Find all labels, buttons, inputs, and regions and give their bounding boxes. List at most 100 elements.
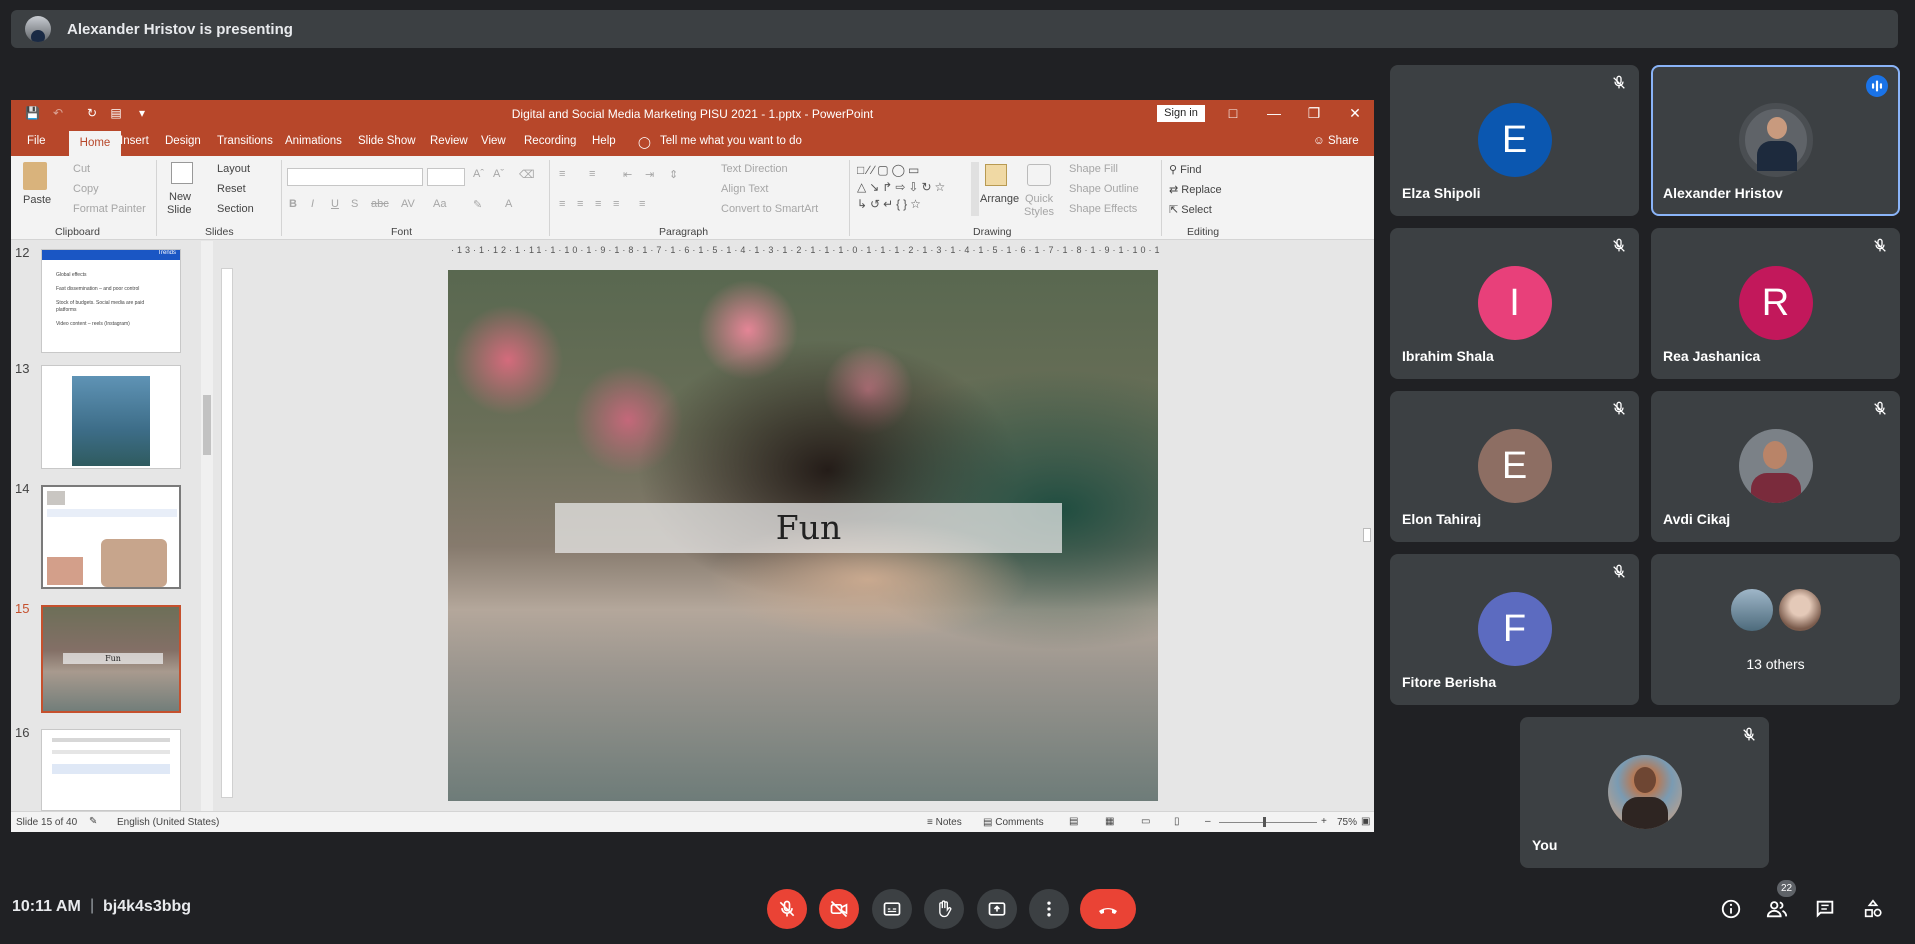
tab-design[interactable]: Design [165, 135, 201, 147]
change-case-icon[interactable]: Aa [433, 198, 446, 210]
thumbs-scrollbar[interactable] [201, 241, 213, 811]
leave-call-button[interactable] [1080, 889, 1136, 929]
slide-thumbnail-selected[interactable]: Fun [41, 605, 181, 713]
highlight-icon[interactable]: ✎ [473, 198, 482, 211]
participant-tile[interactable]: F Fitore Berisha [1390, 554, 1639, 705]
normal-view-icon[interactable]: ▤ [1069, 816, 1078, 827]
shapes-gallery[interactable]: □∕∕▢◯▭ △↘↱⇨⇩↻☆ ↳↺↵{​}☆ [857, 162, 969, 216]
current-slide[interactable]: Fun [448, 270, 1158, 801]
format-painter-button[interactable]: Format Painter [73, 203, 146, 215]
align-left-icon[interactable]: ≡ [559, 198, 565, 210]
font-size-select[interactable] [427, 168, 465, 186]
zoom-out-icon[interactable]: – [1205, 816, 1211, 827]
spellcheck-icon[interactable]: ✎ [89, 816, 97, 827]
notes-button[interactable]: ≡ Notes [927, 817, 962, 828]
close-icon[interactable]: ✕ [1345, 104, 1365, 122]
tell-me-search[interactable]: Tell me what you want to do [660, 135, 802, 147]
tab-file[interactable]: File [27, 135, 46, 147]
tab-animations[interactable]: Animations [285, 135, 342, 147]
camera-toggle-button[interactable] [819, 889, 859, 929]
align-right-icon[interactable]: ≡ [595, 198, 601, 210]
tab-help[interactable]: Help [592, 135, 616, 147]
raise-hand-button[interactable] [924, 889, 964, 929]
slide-thumbnail[interactable] [41, 729, 181, 811]
find-button[interactable]: ⚲ Find [1169, 163, 1202, 176]
others-tile[interactable]: 13 others [1651, 554, 1900, 705]
italic-icon[interactable]: I [311, 198, 314, 210]
underline-icon[interactable]: U [331, 198, 339, 210]
slide-sorter-icon[interactable]: ▦ [1105, 816, 1114, 827]
tab-recording[interactable]: Recording [524, 135, 576, 147]
shadow-icon[interactable]: S [351, 198, 358, 210]
zoom-slider-handle[interactable] [1263, 817, 1266, 827]
decrease-font-icon[interactable]: Aˇ [493, 168, 504, 180]
meeting-details-button[interactable] [1718, 896, 1744, 922]
slideshow-view-icon[interactable]: ▯ [1174, 816, 1180, 827]
participant-tile[interactable]: R Rea Jashanica [1651, 228, 1900, 379]
increase-font-icon[interactable]: Aˆ [473, 168, 484, 180]
reading-view-icon[interactable]: ▭ [1141, 816, 1150, 827]
line-spacing-icon[interactable]: ⇕ [669, 168, 678, 181]
justify-icon[interactable]: ≡ [613, 198, 619, 210]
columns-icon[interactable]: ≡ [639, 198, 645, 210]
chat-button[interactable] [1812, 896, 1838, 922]
quick-styles-label[interactable]: Quick [1025, 193, 1053, 205]
increase-indent-icon[interactable]: ⇥ [645, 168, 654, 181]
char-spacing-icon[interactable]: AV [401, 198, 415, 210]
tab-insert[interactable]: Insert [120, 135, 149, 147]
mic-toggle-button[interactable] [767, 889, 807, 929]
slide-thumbnail[interactable]: Trends Global effects Fast dissemination… [41, 249, 181, 353]
meeting-code[interactable]: bj4k4s3bbg [103, 898, 191, 916]
select-button[interactable]: ⇱ Select [1169, 203, 1212, 216]
participant-tile[interactable]: E Elza Shipoli [1390, 65, 1639, 216]
captions-button[interactable] [872, 889, 912, 929]
replace-button[interactable]: ⇄ Replace [1169, 183, 1222, 196]
align-center-icon[interactable]: ≡ [577, 198, 583, 210]
shape-effects-button[interactable]: Shape Effects [1069, 203, 1137, 215]
section-button[interactable]: Section [217, 203, 254, 215]
participant-tile-speaking[interactable]: Alexander Hristov [1651, 65, 1900, 216]
zoom-level[interactable]: 75% [1337, 817, 1357, 828]
fit-slide-icon[interactable]: ▣ [1361, 816, 1370, 827]
scroll-thumb[interactable] [1363, 528, 1371, 542]
slide-thumbnail[interactable] [41, 485, 181, 589]
shape-fill-button[interactable]: Shape Fill [1069, 163, 1118, 175]
present-screen-button[interactable] [977, 889, 1017, 929]
bullets-icon[interactable]: ≡ [559, 168, 565, 180]
shapes-scroll[interactable] [971, 162, 979, 216]
sign-in-button[interactable]: Sign in [1157, 105, 1205, 122]
share-button[interactable]: ☺ Share [1313, 135, 1359, 147]
layout-button[interactable]: Layout [217, 163, 250, 175]
more-options-button[interactable] [1029, 889, 1069, 929]
text-direction-button[interactable]: Text Direction [721, 163, 788, 175]
reset-button[interactable]: Reset [217, 183, 246, 195]
new-slide-label[interactable]: New [169, 191, 191, 203]
bold-icon[interactable]: B [289, 198, 297, 210]
new-slide-label-2[interactable]: Slide [167, 204, 191, 216]
strikethrough-icon[interactable]: abc [371, 198, 389, 210]
activities-button[interactable] [1860, 896, 1886, 922]
self-tile[interactable]: You [1520, 717, 1769, 868]
decrease-indent-icon[interactable]: ⇤ [623, 168, 632, 181]
participant-tile[interactable]: Avdi Cikaj [1651, 391, 1900, 542]
tab-transitions[interactable]: Transitions [217, 135, 273, 147]
tab-slide-show[interactable]: Slide Show [358, 135, 416, 147]
shape-outline-button[interactable]: Shape Outline [1069, 183, 1139, 195]
tab-review[interactable]: Review [430, 135, 468, 147]
new-slide-icon[interactable] [171, 162, 193, 184]
arrange-icon[interactable] [985, 164, 1007, 186]
ribbon-display-icon[interactable]: □ [1223, 104, 1243, 122]
people-button[interactable] [1764, 896, 1790, 922]
copy-button[interactable]: Copy [73, 183, 99, 195]
minimize-icon[interactable]: — [1264, 104, 1284, 122]
quick-styles-label-2[interactable]: Styles [1024, 206, 1054, 218]
slide-title-textbox[interactable]: Fun [555, 503, 1062, 553]
clear-format-icon[interactable]: ⌫ [519, 168, 535, 181]
quick-styles-icon[interactable] [1027, 164, 1051, 186]
font-color-icon[interactable]: A [505, 198, 512, 210]
participant-tile[interactable]: E Elon Tahiraj [1390, 391, 1639, 542]
slide-scrollbar[interactable] [1360, 241, 1374, 811]
tab-home[interactable]: Home [69, 131, 121, 156]
comments-button[interactable]: ▤ Comments [983, 817, 1044, 828]
font-family-select[interactable] [287, 168, 423, 186]
